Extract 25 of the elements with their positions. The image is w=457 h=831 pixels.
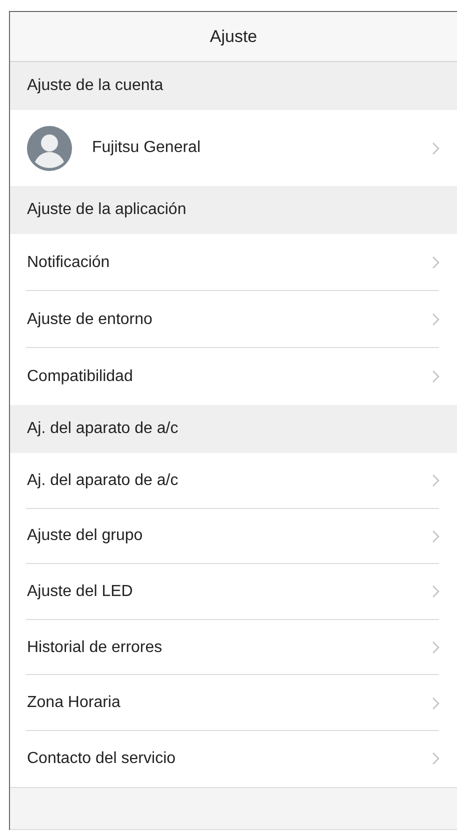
row-label: Ajuste del LED xyxy=(27,582,134,601)
section-title: Ajuste de la cuenta xyxy=(27,77,164,95)
row-label: Contacto del servicio xyxy=(27,750,177,768)
row-label: Aj. del aparato de a/c xyxy=(27,472,180,490)
chevron-right-icon xyxy=(432,142,440,154)
chevron-right-icon xyxy=(432,370,440,383)
row-label: Historial de errores xyxy=(27,638,164,657)
chevron-right-icon xyxy=(432,474,440,488)
chevron-right-icon xyxy=(432,530,440,543)
chevron-right-icon xyxy=(432,641,440,654)
screen-title: Ajuste xyxy=(210,26,258,46)
section-title: Ajuste de la aplicación xyxy=(27,201,186,219)
avatar-icon xyxy=(27,126,72,170)
row-label: Compatibilidad xyxy=(27,368,134,386)
section-title: Aj. del aparato de a/c xyxy=(27,420,178,438)
chevron-right-icon xyxy=(432,752,440,766)
row-label: Zona Horaria xyxy=(27,694,122,712)
chevron-right-icon xyxy=(432,585,440,598)
chevron-right-icon xyxy=(432,256,440,269)
row-label: Ajuste del grupo xyxy=(27,527,144,546)
row-label: Notificación xyxy=(27,254,111,272)
row-label: Ajuste de entorno xyxy=(27,310,154,328)
account-name: Fujitsu General xyxy=(92,139,202,157)
chevron-right-icon xyxy=(432,696,440,710)
chevron-right-icon xyxy=(432,313,440,326)
